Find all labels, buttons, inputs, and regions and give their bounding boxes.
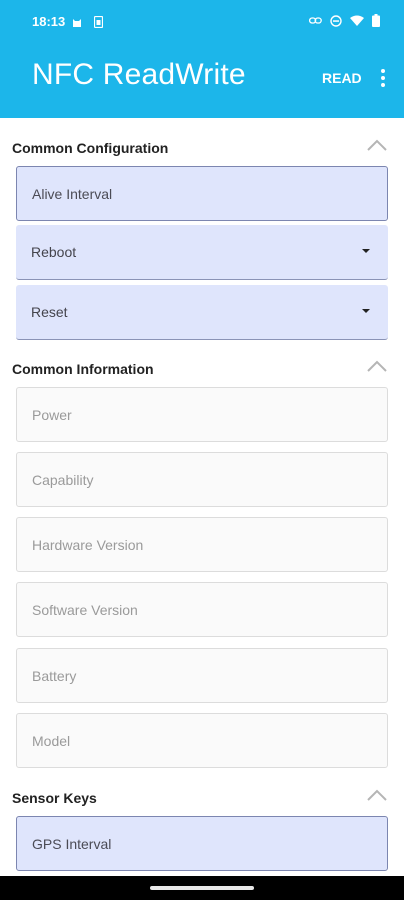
sim-icon xyxy=(94,16,103,28)
reboot-dropdown[interactable]: Reboot xyxy=(16,225,388,280)
dnd-icon xyxy=(330,14,342,27)
dropdown-arrow-icon xyxy=(362,249,370,253)
chevron-up-icon[interactable] xyxy=(366,138,388,152)
section-common-information[interactable]: Common Information xyxy=(12,357,392,383)
field-label: Model xyxy=(32,732,71,749)
section-common-configuration[interactable]: Common Configuration xyxy=(12,136,392,162)
more-vert-icon[interactable] xyxy=(376,66,390,90)
app-title: NFC ReadWrite xyxy=(32,58,246,91)
system-nav-bar xyxy=(0,876,404,900)
field-label: Hardware Version xyxy=(32,536,144,553)
alive-interval-field[interactable]: Alive Interval xyxy=(16,166,388,221)
gps-interval-field[interactable]: GPS Interval xyxy=(16,816,388,871)
status-time: 18:13 xyxy=(32,14,66,29)
link-icon xyxy=(309,16,322,24)
status-bar: 18:13 xyxy=(0,0,404,48)
main-content: Common Configuration Alive Interval Rebo… xyxy=(0,118,404,876)
chevron-up-icon[interactable] xyxy=(366,788,388,802)
field-label: Reset xyxy=(31,304,68,320)
field-label: Software Version xyxy=(32,601,138,618)
field-label: Capability xyxy=(32,471,94,488)
dropdown-arrow-icon xyxy=(362,309,370,313)
battery-field: Battery xyxy=(16,648,388,703)
app-bar: 18:13 NFC ReadWrite READ xyxy=(0,0,404,118)
battery-icon xyxy=(372,14,380,27)
hardware-version-field: Hardware Version xyxy=(16,517,388,572)
cat-icon xyxy=(73,19,81,27)
field-label: Battery xyxy=(32,667,77,684)
field-label: Alive Interval xyxy=(32,185,113,202)
reset-dropdown[interactable]: Reset xyxy=(16,285,388,340)
field-label: Power xyxy=(32,406,72,423)
section-title: Common Information xyxy=(12,361,154,377)
section-title: Common Configuration xyxy=(12,140,169,156)
field-label: GPS Interval xyxy=(32,835,112,852)
chevron-up-icon[interactable] xyxy=(366,359,388,373)
section-title: Sensor Keys xyxy=(12,790,97,806)
field-label: Reboot xyxy=(31,244,77,260)
section-sensor-keys[interactable]: Sensor Keys xyxy=(12,786,392,812)
power-field: Power xyxy=(16,387,388,442)
model-field: Model xyxy=(16,713,388,768)
software-version-field: Software Version xyxy=(16,582,388,637)
wifi-icon xyxy=(350,15,364,26)
home-gesture-handle[interactable] xyxy=(150,886,254,890)
capability-field: Capability xyxy=(16,452,388,507)
read-button[interactable]: READ xyxy=(322,70,362,86)
